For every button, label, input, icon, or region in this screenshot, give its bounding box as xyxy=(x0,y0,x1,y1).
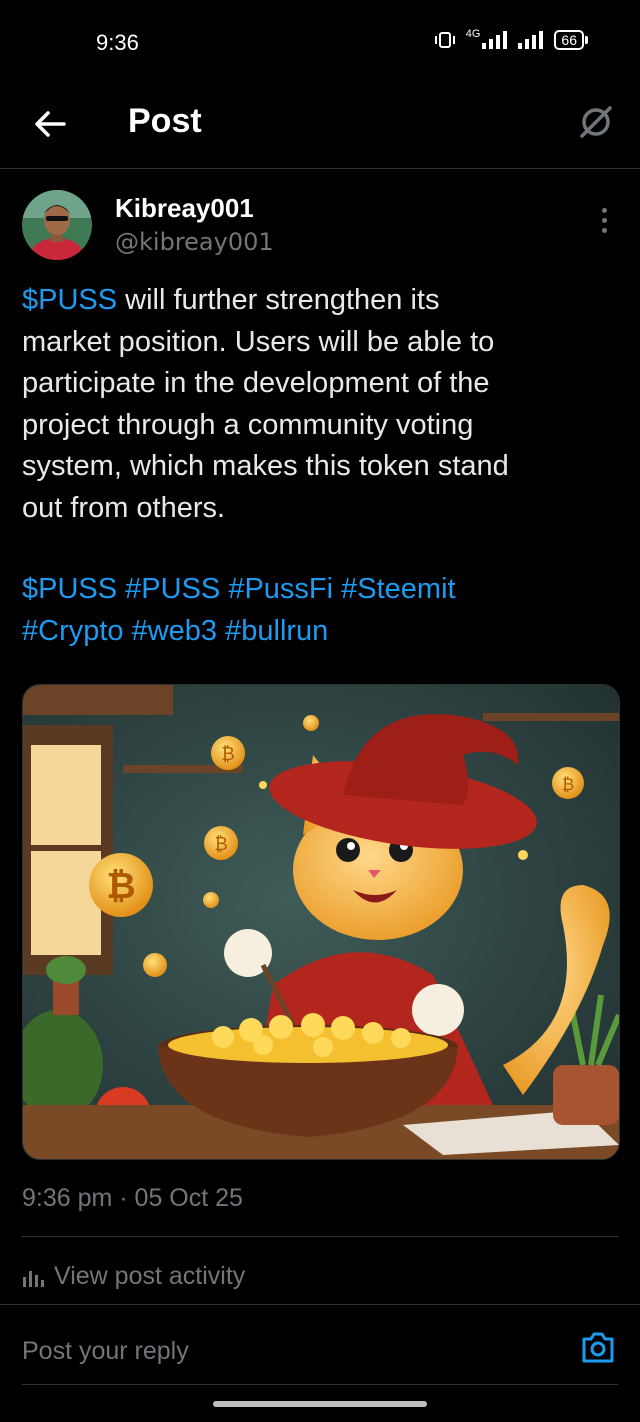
signal-icon-2 xyxy=(518,31,544,49)
back-arrow-icon xyxy=(35,111,66,137)
more-options-icon[interactable] xyxy=(592,205,616,235)
reply-input[interactable]: Post your reply xyxy=(22,1337,189,1366)
battery-level: 66 xyxy=(554,30,584,50)
author-handle[interactable]: @kibreay001 xyxy=(115,228,274,256)
analytics-icon xyxy=(23,1270,44,1287)
post-line-5: system, which makes this token stand xyxy=(22,450,509,482)
avatar[interactable] xyxy=(22,190,92,260)
grok-icon xyxy=(580,106,612,138)
post-line-3: participate in the development of the xyxy=(22,367,490,399)
post-image[interactable]: ₿ ₿ ₿ ₿ xyxy=(22,684,620,1160)
status-bar: 9:36 4G 66 xyxy=(0,0,640,86)
back-button[interactable] xyxy=(30,104,70,144)
hashtag-line-1[interactable]: $PUSS #PUSS #PussFi #Steemit xyxy=(22,568,622,610)
hashtag-line-2[interactable]: #Crypto #web3 #bullrun xyxy=(22,610,622,652)
view-post-activity-label: View post activity xyxy=(54,1262,246,1290)
cashtag-link[interactable]: $PUSS xyxy=(22,284,117,316)
home-indicator[interactable] xyxy=(213,1401,427,1407)
cat-wizard-illustration: ₿ ₿ ₿ ₿ xyxy=(23,685,619,1159)
divider xyxy=(22,1236,618,1237)
avatar-image xyxy=(22,190,92,260)
vibrate-icon xyxy=(434,32,455,48)
post-text: $PUSS will further strengthen its market… xyxy=(22,280,622,529)
post-line-2: market position. Users will be able to xyxy=(22,325,495,358)
svg-text:₿: ₿ xyxy=(106,866,135,907)
status-time: 9:36 xyxy=(96,30,139,55)
network-type: 4G xyxy=(465,28,481,40)
svg-text:₿: ₿ xyxy=(214,834,227,855)
battery-icon: 66 xyxy=(554,30,588,50)
post-timestamp: 9:36 pm · 05 Oct 25 xyxy=(22,1184,243,1212)
divider xyxy=(22,1384,618,1385)
author-name[interactable]: Kibreay001 xyxy=(115,193,254,224)
post-line-1: $PUSS will further strengthen its xyxy=(22,284,440,316)
svg-text:₿: ₿ xyxy=(562,775,575,795)
reply-bar: Post your reply xyxy=(0,1304,640,1387)
signal-icon xyxy=(482,31,508,49)
status-icons: 4G 66 xyxy=(434,28,588,50)
svg-text:₿: ₿ xyxy=(221,744,234,765)
post-line-6: out from others. xyxy=(22,491,226,524)
post-line-4: project through a community voting xyxy=(22,408,474,441)
page-title: Post xyxy=(128,102,202,140)
hashtags: $PUSS #PUSS #PussFi #Steemit #Crypto #we… xyxy=(22,568,622,652)
view-post-activity[interactable]: View post activity xyxy=(22,1262,245,1291)
top-app-bar: Post xyxy=(0,86,640,169)
grok-button[interactable] xyxy=(574,100,618,144)
camera-icon[interactable] xyxy=(580,1331,616,1365)
